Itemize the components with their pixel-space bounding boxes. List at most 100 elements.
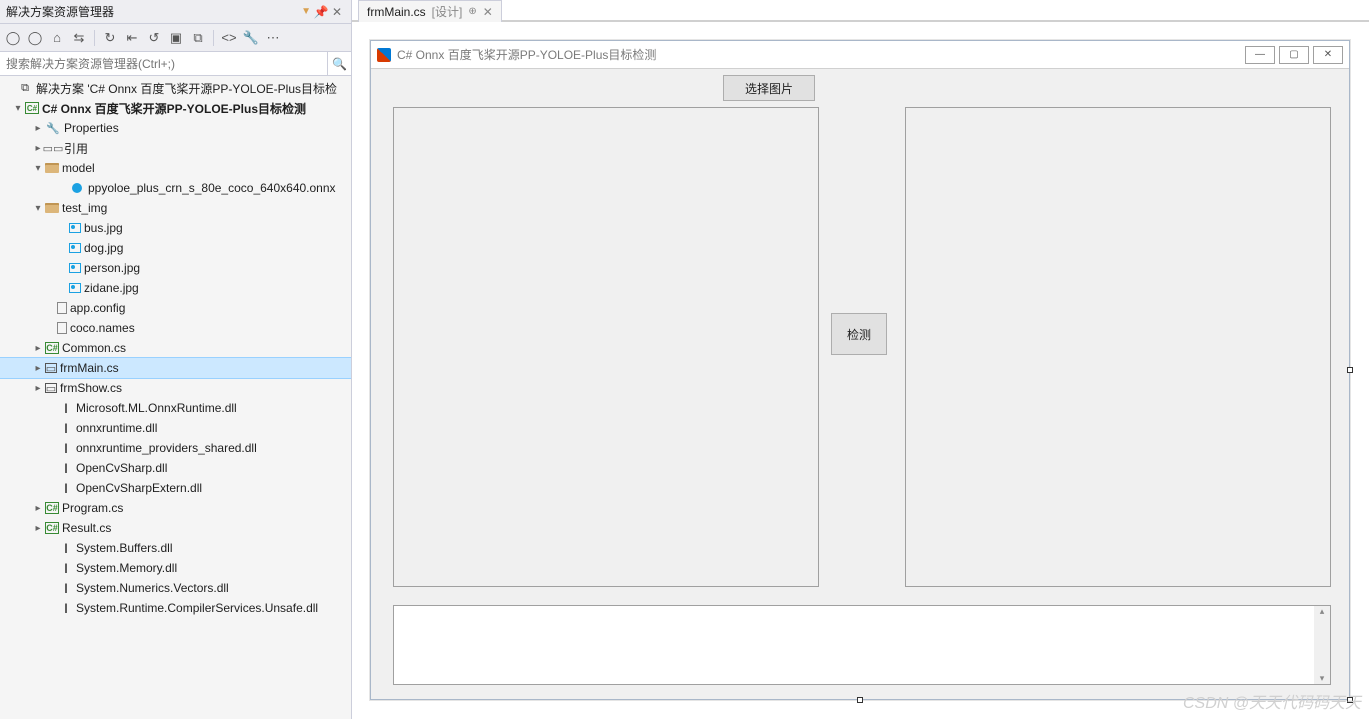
app-icon (377, 48, 391, 62)
file-memory-dll[interactable]: ▸|||System.Memory.dll (0, 558, 351, 578)
document-tabs: frmMain.cs [设计] ⊕ ✕ (352, 0, 1369, 22)
image-icon (69, 223, 81, 233)
dll-icon: ||| (57, 420, 73, 436)
explorer-toolbar: ◯ ◯ ⌂ ⇆ ↻ ⇤ ↺ ▣ ⧉ <> 🔧 ⋯ (0, 24, 351, 52)
project-node[interactable]: ▾C#C# Onnx 百度飞桨开源PP-YOLOE-Plus目标检测 (0, 98, 351, 118)
output-textbox[interactable]: ▴▾ (393, 605, 1331, 685)
tab-close-icon[interactable]: ✕ (483, 5, 493, 19)
folder-model[interactable]: ▾model (0, 158, 351, 178)
tab-frmmain[interactable]: frmMain.cs [设计] ⊕ ✕ (358, 0, 502, 22)
properties-node[interactable]: ▸🔧Properties (0, 118, 351, 138)
file-frmmain[interactable]: ▸▭frmMain.cs (0, 358, 351, 378)
dll-icon: ||| (57, 460, 73, 476)
csharp-icon: C# (45, 502, 59, 514)
tab-pin-icon[interactable]: ⊕ (468, 6, 476, 17)
file-appconfig[interactable]: ▸app.config (0, 298, 351, 318)
file-common[interactable]: ▸C#Common.cs (0, 338, 351, 358)
dll-icon: ||| (57, 540, 73, 556)
dll-icon: ||| (57, 400, 73, 416)
image-icon (69, 243, 81, 253)
winform-container[interactable]: C# Onnx 百度飞桨开源PP-YOLOE-Plus目标检测 — ▢ ✕ 选择… (370, 40, 1350, 700)
file-cvsharp-dll[interactable]: ▸|||OpenCvSharp.dll (0, 458, 351, 478)
close-icon[interactable]: ✕ (329, 5, 345, 19)
file-cvsharpext-dll[interactable]: ▸|||OpenCvSharpExtern.dll (0, 478, 351, 498)
file-icon (57, 322, 67, 334)
panel-options-icon[interactable]: ▼ (301, 6, 311, 17)
folder-test-img[interactable]: ▾test_img (0, 198, 351, 218)
home-icon[interactable]: ⌂ (48, 29, 66, 47)
file-numerics-dll[interactable]: ▸|||System.Numerics.Vectors.dll (0, 578, 351, 598)
file-onnxprov-dll[interactable]: ▸|||onnxruntime_providers_shared.dll (0, 438, 351, 458)
folder-icon (45, 163, 59, 173)
panel-title-text: 解决方案资源管理器 (6, 3, 114, 20)
folder-icon (45, 203, 59, 213)
file-buffers-dll[interactable]: ▸|||System.Buffers.dll (0, 538, 351, 558)
config-icon (57, 302, 67, 314)
file-dog[interactable]: ▸dog.jpg (0, 238, 351, 258)
picturebox-left[interactable] (393, 107, 819, 587)
minimize-icon[interactable]: — (1245, 46, 1275, 64)
dll-icon: ||| (57, 600, 73, 616)
pin-icon[interactable]: 📌 (313, 5, 329, 19)
csharp-icon: C# (45, 342, 59, 354)
scroll-down-icon[interactable]: ▾ (1320, 673, 1325, 684)
sync-active-icon[interactable]: ↺ (145, 29, 163, 47)
file-coconames[interactable]: ▸coco.names (0, 318, 351, 338)
designer-canvas[interactable]: C# Onnx 百度飞桨开源PP-YOLOE-Plus目标检测 — ▢ ✕ 选择… (352, 22, 1369, 719)
dll-icon: ||| (57, 580, 73, 596)
file-onnx-dll[interactable]: ▸|||onnxruntime.dll (0, 418, 351, 438)
file-person[interactable]: ▸person.jpg (0, 258, 351, 278)
tab-suffix: [设计] (432, 3, 463, 20)
properties-icon[interactable]: 🔧 (242, 29, 260, 47)
dll-icon: ||| (57, 440, 73, 456)
csharp-project-icon: C# (25, 102, 39, 114)
solution-node[interactable]: ▶⧉解决方案 'C# Onnx 百度飞桨开源PP-YOLOE-Plus目标检 (0, 78, 351, 98)
panel-titlebar: 解决方案资源管理器 ▼ 📌 ✕ (0, 0, 351, 24)
file-result[interactable]: ▸C#Result.cs (0, 518, 351, 538)
references-icon: ▭▭ (45, 140, 61, 156)
resize-handle-right[interactable] (1347, 367, 1353, 373)
winform-titlebar: C# Onnx 百度飞桨开源PP-YOLOE-Plus目标检测 — ▢ ✕ (371, 41, 1349, 69)
designer-area: frmMain.cs [设计] ⊕ ✕ C# Onnx 百度飞桨开源PP-YOL… (352, 0, 1369, 719)
select-image-button[interactable]: 选择图片 (723, 75, 815, 101)
file-bus[interactable]: ▸bus.jpg (0, 218, 351, 238)
image-icon (69, 263, 81, 273)
csharp-icon: C# (45, 522, 59, 534)
maximize-icon[interactable]: ▢ (1279, 46, 1309, 64)
picturebox-right[interactable] (905, 107, 1331, 587)
solution-explorer-panel: 解决方案资源管理器 ▼ 📌 ✕ ◯ ◯ ⌂ ⇆ ↻ ⇤ ↺ ▣ ⧉ <> 🔧 ⋯… (0, 0, 352, 719)
back-icon[interactable]: ◯ (4, 29, 22, 47)
file-compiler-dll[interactable]: ▸|||System.Runtime.CompilerServices.Unsa… (0, 598, 351, 618)
close-window-icon[interactable]: ✕ (1313, 46, 1343, 64)
file-zidane[interactable]: ▸zidane.jpg (0, 278, 351, 298)
refresh-icon[interactable]: ↻ (101, 29, 119, 47)
forward-icon[interactable]: ◯ (26, 29, 44, 47)
file-onnx[interactable]: ▸ppyoloe_plus_crn_s_80e_coco_640x640.onn… (0, 178, 351, 198)
resize-handle-corner[interactable] (1347, 697, 1353, 703)
search-icon[interactable]: 🔍 (327, 52, 351, 75)
sync-icon[interactable]: ⇆ (70, 29, 88, 47)
show-all-icon[interactable]: ▣ (167, 29, 185, 47)
resize-handle-bottom[interactable] (857, 697, 863, 703)
solution-tree[interactable]: ▶⧉解决方案 'C# Onnx 百度飞桨开源PP-YOLOE-Plus目标检 ▾… (0, 76, 351, 719)
copy-icon[interactable]: ⧉ (189, 29, 207, 47)
file-msml-dll[interactable]: ▸|||Microsoft.ML.OnnxRuntime.dll (0, 398, 351, 418)
search-row: 🔍 (0, 52, 351, 76)
winform-body: 选择图片 检测 ▴▾ (371, 69, 1349, 699)
file-frmshow[interactable]: ▸▭frmShow.cs (0, 378, 351, 398)
form-icon: ▭ (45, 363, 57, 373)
image-icon (69, 283, 81, 293)
scrollbar[interactable]: ▴▾ (1314, 606, 1330, 684)
detect-button[interactable]: 检测 (831, 313, 887, 355)
file-program[interactable]: ▸C#Program.cs (0, 498, 351, 518)
winform-title-text: C# Onnx 百度飞桨开源PP-YOLOE-Plus目标检测 (397, 46, 656, 63)
search-input[interactable] (0, 57, 327, 71)
collapse-icon[interactable]: ⇤ (123, 29, 141, 47)
onnx-icon (69, 180, 85, 196)
more-icon[interactable]: ⋯ (264, 29, 282, 47)
code-icon[interactable]: <> (220, 29, 238, 47)
references-node[interactable]: ▸▭▭引用 (0, 138, 351, 158)
dll-icon: ||| (57, 480, 73, 496)
form-icon: ▭ (45, 383, 57, 393)
scroll-up-icon[interactable]: ▴ (1320, 606, 1325, 617)
